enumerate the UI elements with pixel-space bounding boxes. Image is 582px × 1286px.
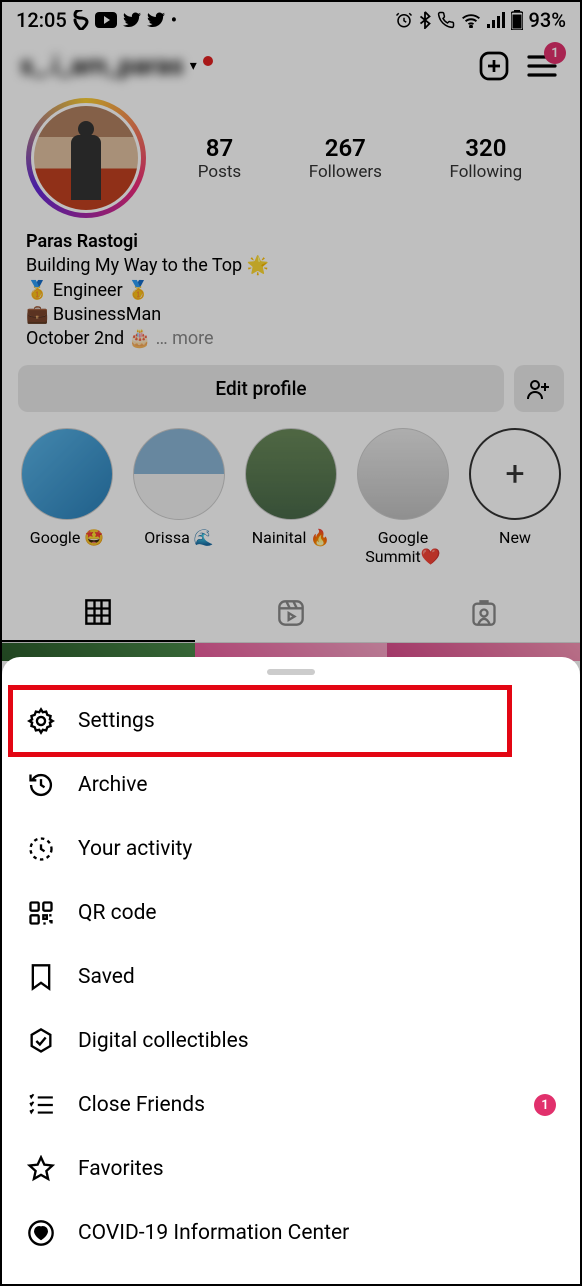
bio-line: 🥇 Engineer 🥇 (26, 279, 556, 303)
highlight-label: Google Summit❤️ (354, 528, 452, 566)
following-stat[interactable]: 320 Following (449, 134, 522, 182)
menu-label: QR code (78, 901, 157, 925)
profile-avatar[interactable] (26, 98, 146, 218)
highlight-label: Google 🤩 (18, 528, 116, 547)
menu-qr-code[interactable]: QR code (2, 881, 580, 945)
bookmark-icon (26, 962, 56, 992)
hexagon-check-icon (26, 1026, 56, 1056)
volte-icon (437, 11, 455, 29)
highlight-label: Orissa 🌊 (130, 528, 228, 547)
activity-icon (26, 834, 56, 864)
followers-label: Followers (309, 162, 382, 182)
highlight-label: Nainital 🔥 (242, 528, 340, 547)
status-bar: 12:05 • 93% (2, 2, 580, 36)
story-highlights: Google 🤩 Orissa 🌊 Nainital 🔥 Google Summ… (2, 428, 580, 584)
tab-grid[interactable] (2, 584, 195, 642)
highlight-item[interactable]: Orissa 🌊 (130, 428, 228, 566)
profile-tabs (2, 584, 580, 643)
menu-label: COVID-19 Information Center (78, 1221, 349, 1245)
notification-dot-icon (203, 56, 213, 66)
followers-stat[interactable]: 267 Followers (309, 134, 382, 182)
menu-label: Archive (78, 773, 147, 797)
highlight-item[interactable]: Nainital 🔥 (242, 428, 340, 566)
bio-line: Building My Way to the Top 🌟 (26, 254, 556, 278)
following-count: 320 (449, 134, 522, 162)
swiggy-icon (73, 10, 89, 30)
profile-bio: Paras Rastogi Building My Way to the Top… (2, 230, 580, 365)
menu-archive[interactable]: Archive (2, 753, 580, 817)
menu-favorites[interactable]: Favorites (2, 1137, 580, 1201)
menu-covid-info[interactable]: COVID-19 Information Center (2, 1201, 580, 1265)
menu-label: Your activity (78, 837, 192, 861)
menu-activity[interactable]: Your activity (2, 817, 580, 881)
discover-people-button[interactable] (514, 365, 564, 412)
highlight-item[interactable]: Google Summit❤️ (354, 428, 452, 566)
username-dropdown[interactable]: s_.i_am_paras (20, 51, 184, 81)
status-time: 12:05 (16, 8, 67, 32)
menu-label: Favorites (78, 1157, 164, 1181)
tab-reels[interactable] (195, 584, 388, 642)
wifi-icon (461, 12, 481, 28)
close-friends-badge: 1 (534, 1094, 556, 1116)
qr-code-icon (26, 898, 56, 928)
battery-icon (511, 10, 523, 30)
battery-percent: 93% (529, 8, 566, 32)
posts-count: 87 (198, 134, 241, 162)
create-post-button[interactable] (474, 46, 514, 86)
hamburger-menu-button[interactable]: 1 (522, 46, 562, 86)
close-friends-icon (26, 1090, 56, 1120)
posts-stat[interactable]: 87 Posts (198, 134, 241, 182)
menu-close-friends[interactable]: Close Friends 1 (2, 1073, 580, 1137)
menu-badge: 1 (544, 42, 566, 64)
tagged-icon (470, 599, 498, 627)
menu-saved[interactable]: Saved (2, 945, 580, 1009)
display-name: Paras Rastogi (26, 230, 556, 254)
menu-label: Saved (78, 965, 135, 989)
followers-count: 267 (309, 134, 382, 162)
menu-settings[interactable]: Settings (2, 689, 580, 753)
menu-label: Close Friends (78, 1093, 205, 1117)
signal-icon (487, 12, 505, 28)
chevron-down-icon[interactable]: ▾ (190, 58, 197, 74)
bluetooth-icon (419, 11, 431, 29)
posts-label: Posts (198, 162, 241, 182)
highlight-new-button[interactable]: +New (466, 428, 564, 566)
menu-bottom-sheet: Settings Archive Your activity QR code S… (2, 657, 580, 1284)
edit-profile-button[interactable]: Edit profile (18, 365, 504, 412)
menu-digital-collectibles[interactable]: Digital collectibles (2, 1009, 580, 1073)
menu-label: Digital collectibles (78, 1029, 249, 1053)
youtube-icon (95, 12, 117, 28)
highlight-label: New (466, 528, 564, 547)
grid-icon (84, 598, 112, 626)
tab-tagged[interactable] (387, 584, 580, 642)
archive-icon (26, 770, 56, 800)
reels-icon (277, 599, 305, 627)
bio-line: 💼 BusinessMan (26, 303, 556, 327)
following-label: Following (449, 162, 522, 182)
more-dot-icon: • (171, 10, 177, 31)
twitter-icon-2 (147, 12, 165, 28)
bio-line: October 2nd 🎂 (26, 328, 151, 349)
profile-summary: 87 Posts 267 Followers 320 Following (2, 98, 580, 230)
twitter-icon (123, 12, 141, 28)
menu-label: Settings (78, 709, 155, 733)
heart-circle-icon (26, 1218, 56, 1248)
alarm-icon (395, 11, 413, 29)
star-icon (26, 1154, 56, 1184)
gear-icon (26, 706, 56, 736)
highlight-item[interactable]: Google 🤩 (18, 428, 116, 566)
sheet-drag-handle[interactable] (267, 669, 315, 675)
profile-header: s_.i_am_paras ▾ 1 (2, 36, 580, 98)
bio-more-button[interactable]: … more (156, 328, 214, 349)
